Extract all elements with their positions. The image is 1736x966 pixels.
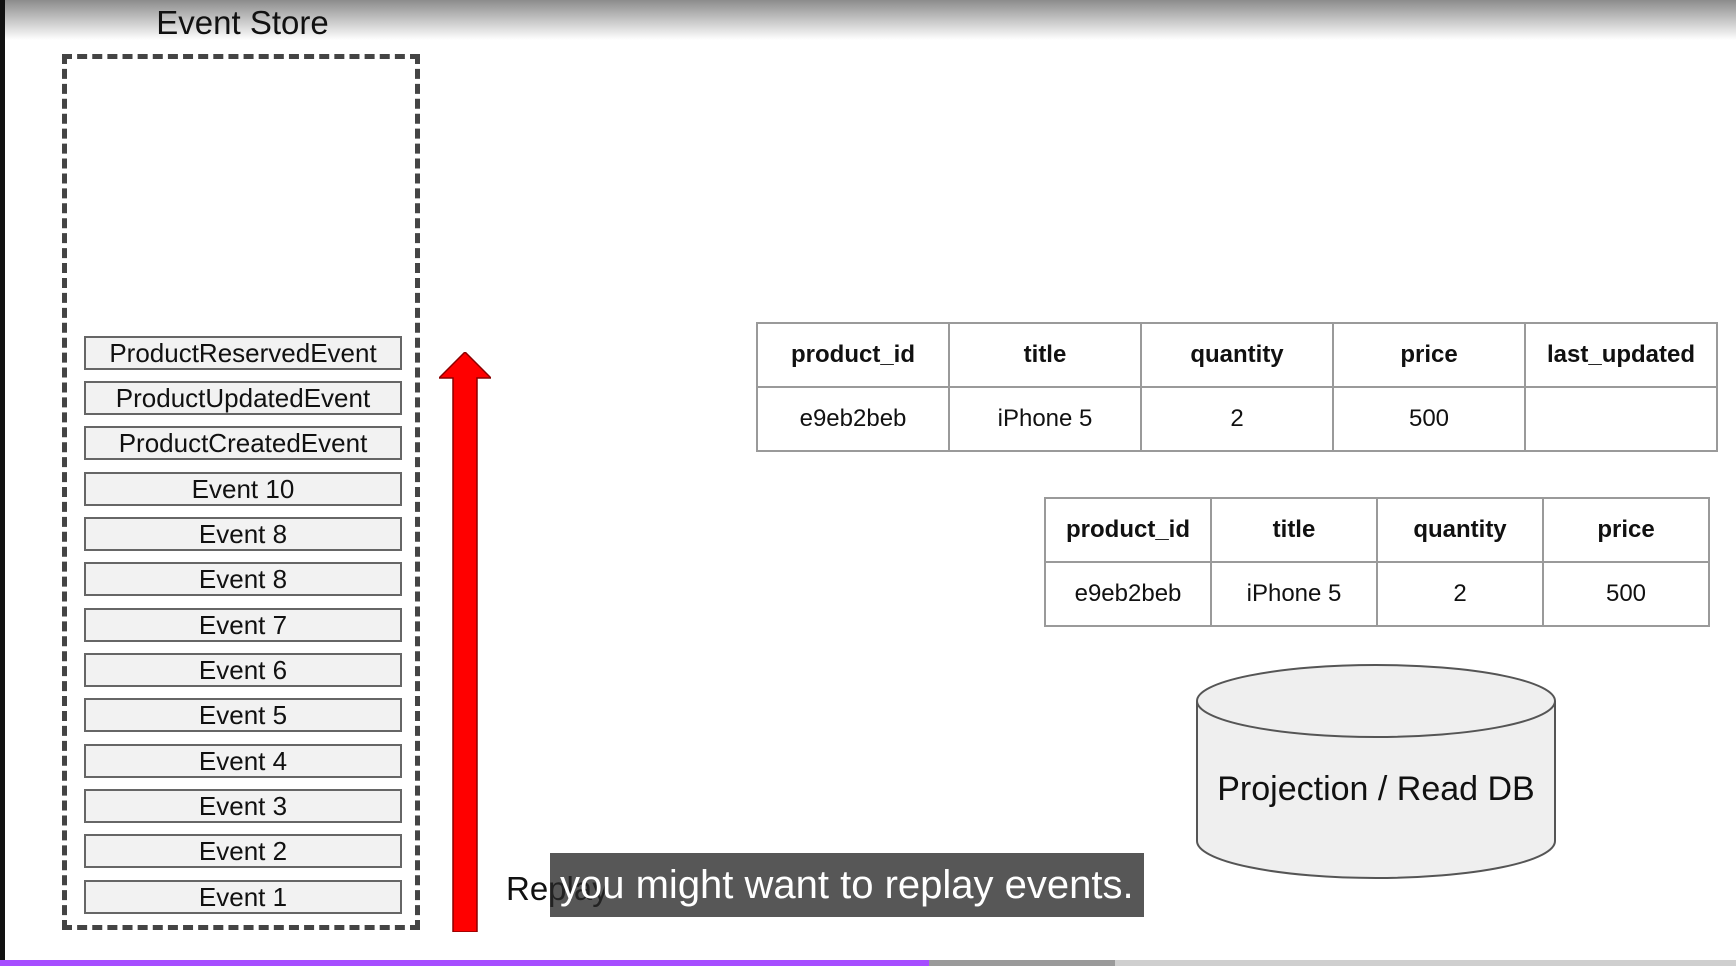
event-item: ProductCreatedEvent: [84, 426, 402, 460]
column-header: product_id: [1044, 497, 1212, 563]
projection-table-with-last-updated: product_id title quantity price last_upd…: [756, 322, 1718, 452]
table-cell: iPhone 5: [1210, 561, 1378, 627]
event-store-title: Event Store: [156, 4, 329, 41]
column-header: price: [1542, 497, 1710, 563]
column-header: price: [1332, 322, 1526, 388]
column-header: quantity: [1376, 497, 1544, 563]
table-header-row: product_id title quantity price last_upd…: [756, 322, 1718, 388]
column-header: title: [948, 322, 1142, 388]
event-item: ProductReservedEvent: [84, 336, 402, 370]
event-item: Event 3: [84, 789, 402, 823]
event-item: Event 5: [84, 698, 402, 732]
table-cell: 500: [1542, 561, 1710, 627]
table-row: e9eb2beb iPhone 5 2 500: [1044, 561, 1710, 627]
table-cell: 500: [1332, 386, 1526, 452]
event-item: Event 4: [84, 744, 402, 778]
video-progress-bar[interactable]: [0, 960, 1736, 966]
database-label: Projection / Read DB: [1217, 770, 1535, 808]
column-header: last_updated: [1524, 322, 1718, 388]
table-cell: e9eb2beb: [1044, 561, 1212, 627]
table-cell: iPhone 5: [948, 386, 1142, 452]
table-cell: 2: [1376, 561, 1544, 627]
event-item: Event 8: [84, 517, 402, 551]
video-subtitle: you might want to replay events.: [550, 853, 1144, 917]
event-item: Event 7: [84, 608, 402, 642]
event-item: Event 6: [84, 653, 402, 687]
table-row: e9eb2beb iPhone 5 2 500: [756, 386, 1718, 452]
column-header: product_id: [756, 322, 950, 388]
table-cell: 2: [1140, 386, 1334, 452]
event-item: Event 10: [84, 472, 402, 506]
table-header-row: product_id title quantity price: [1044, 497, 1710, 563]
table-cell: [1524, 386, 1718, 452]
left-frame-edge: [0, 0, 5, 966]
video-played-fill: [0, 960, 929, 966]
event-item: Event 1: [84, 880, 402, 914]
column-header: title: [1210, 497, 1378, 563]
event-item: Event 2: [84, 834, 402, 868]
column-header: quantity: [1140, 322, 1334, 388]
replay-arrow: [439, 352, 491, 932]
event-item: ProductUpdatedEvent: [84, 381, 402, 415]
event-item: Event 8: [84, 562, 402, 596]
table-cell: e9eb2beb: [756, 386, 950, 452]
projection-table: product_id title quantity price e9eb2beb…: [1044, 497, 1710, 627]
